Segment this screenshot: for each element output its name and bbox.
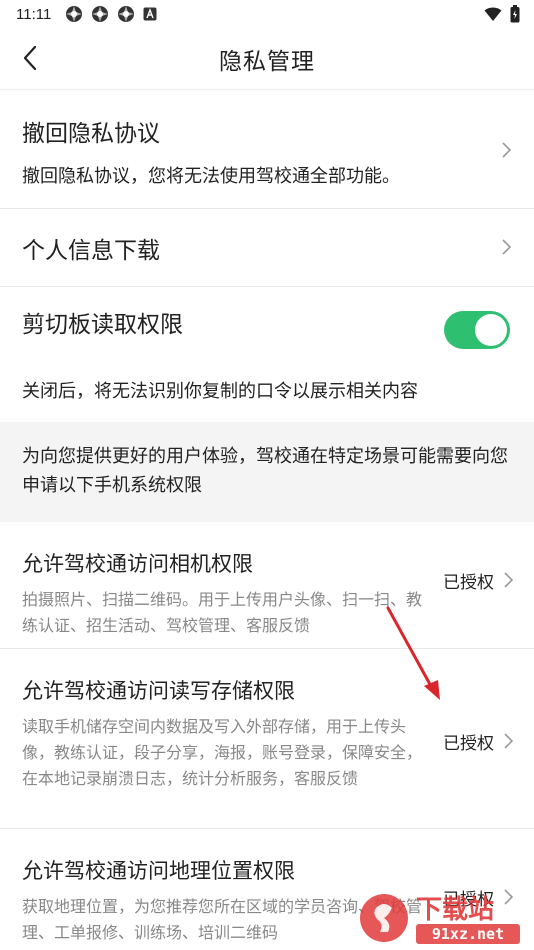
- wifi-icon: [484, 7, 502, 21]
- clipboard-toggle[interactable]: [444, 311, 510, 349]
- chevron-right-icon: [504, 572, 514, 588]
- status-time: 11:11: [16, 5, 52, 23]
- watermark-url: 91xz.net: [432, 925, 504, 943]
- permission-title: 允许驾校通访问读写存储权限: [22, 679, 295, 703]
- page-title: 隐私管理: [219, 48, 315, 75]
- notification-icons: [65, 5, 157, 23]
- chevron-right-icon: [502, 239, 512, 255]
- permission-title: 允许驾校通访问相机权限: [22, 552, 253, 576]
- a-icon: [143, 7, 157, 21]
- toggle-knob: [475, 314, 507, 346]
- revoke-privacy-item[interactable]: 撤回隐私协议 撤回隐私协议，您将无法使用驾校通全部功能。: [0, 90, 534, 209]
- permission-status: 已授权: [443, 573, 494, 593]
- permission-info-box: 为向您提供更好的用户体验，驾校通在特定场景可能需要向您申请以下手机系统权限: [0, 422, 534, 522]
- personal-info-download-title: 个人信息下载: [22, 238, 160, 264]
- clipboard-permission-item: 剪切板读取权限 关闭后，将无法识别你复制的口令以展示相关内容: [0, 287, 534, 422]
- chevron-right-icon: [502, 142, 512, 158]
- clipboard-permission-desc: 关闭后，将无法识别你复制的口令以展示相关内容: [22, 381, 418, 402]
- app-notification-icon: [118, 6, 135, 22]
- clipboard-permission-title: 剪切板读取权限: [22, 312, 183, 338]
- permission-desc: 读取手机储存空间内数据及写入外部存储，用于上传头像，教练认证，段子分享，海报，账…: [22, 717, 423, 788]
- status-right-icons: [484, 5, 520, 23]
- permission-status: 已授权: [443, 734, 494, 754]
- nav-bar: 隐私管理: [0, 28, 534, 90]
- personal-info-download-item[interactable]: 个人信息下载: [0, 209, 534, 287]
- chevron-right-icon: [504, 733, 514, 749]
- watermark-title: 下载站: [416, 895, 494, 925]
- revoke-privacy-desc: 撤回隐私协议，您将无法使用驾校通全部功能。: [22, 166, 400, 187]
- back-button[interactable]: [14, 42, 46, 74]
- permission-desc: 拍摄照片、扫描二维码。用于上传用户头像、扫一扫、教练认证、招生活动、驾校管理、客…: [22, 590, 423, 635]
- permission-info-text: 为向您提供更好的用户体验，驾校通在特定场景可能需要向您申请以下手机系统权限: [22, 446, 508, 496]
- watermark-logo: 下载站 91xz.net: [360, 894, 520, 944]
- chevron-left-icon: [23, 45, 37, 71]
- permission-title: 允许驾校通访问地理位置权限: [22, 859, 295, 883]
- status-bar: 11:11: [0, 0, 534, 28]
- camera-permission-item[interactable]: 允许驾校通访问相机权限 拍摄照片、扫描二维码。用于上传用户头像、扫一扫、教练认证…: [0, 522, 534, 649]
- revoke-privacy-title: 撤回隐私协议: [22, 121, 160, 147]
- app-notification-icon: [66, 6, 83, 22]
- storage-permission-item[interactable]: 允许驾校通访问读写存储权限 读取手机储存空间内数据及写入外部存储，用于上传头像，…: [0, 649, 534, 829]
- app-notification-icon: [92, 6, 109, 22]
- battery-icon: [510, 5, 520, 23]
